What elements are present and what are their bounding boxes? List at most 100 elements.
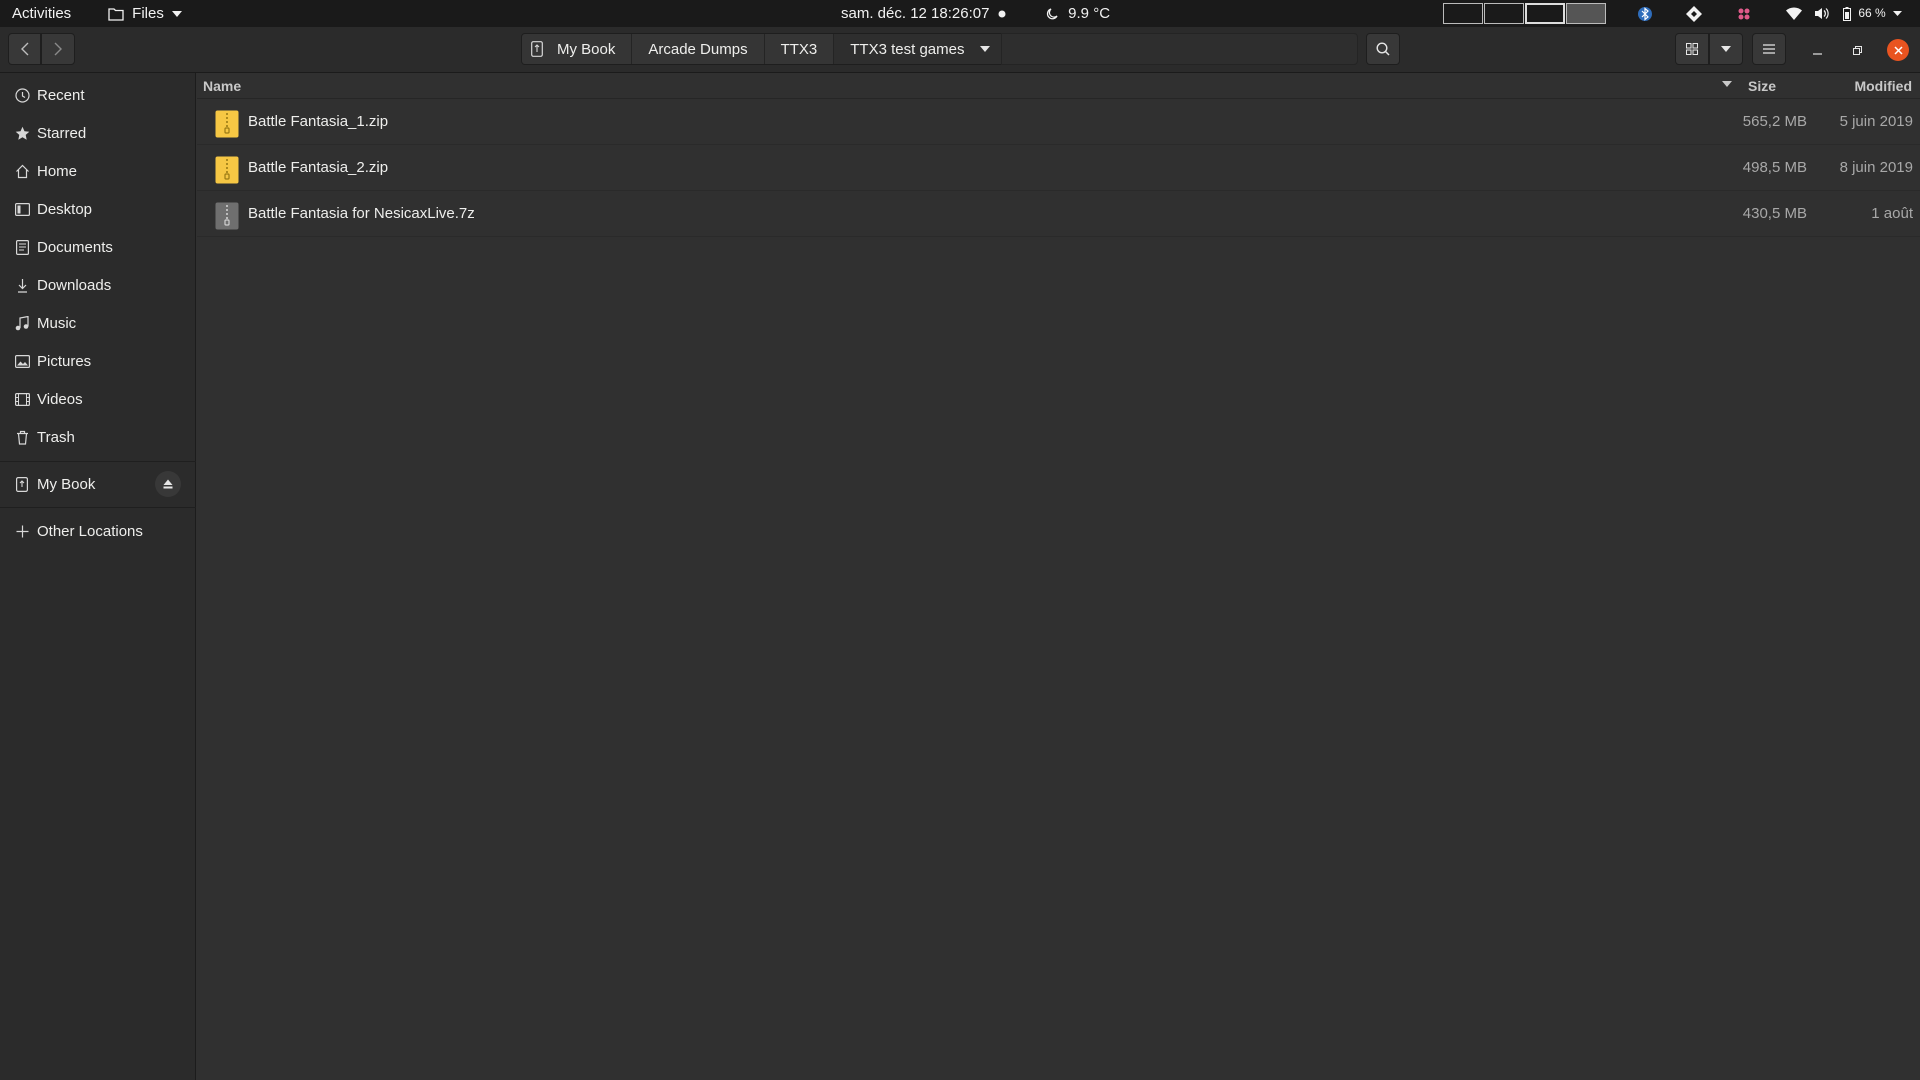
sidebar-item-trash[interactable]: Trash: [0, 418, 196, 456]
chevron-down-icon: [1721, 46, 1731, 52]
sidebar-item-documents[interactable]: Documents: [0, 228, 196, 266]
chevron-down-icon: [172, 11, 183, 18]
file-name: Battle Fantasia_1.zip: [248, 113, 389, 130]
bluetooth-icon[interactable]: [1638, 0, 1652, 27]
clock[interactable]: sam. déc. 12 18:26:07: [841, 0, 989, 27]
breadcrumb-label: TTX3 test games: [850, 40, 965, 58]
sidebar-item-other-locations[interactable]: Other Locations: [0, 512, 196, 550]
sidebar-item-videos[interactable]: Videos: [0, 380, 196, 418]
chevron-down-icon: [1893, 11, 1903, 17]
sidebar-item-starred[interactable]: Starred: [0, 114, 196, 152]
7z-archive-icon: [215, 202, 239, 230]
workspace-4[interactable]: [1566, 3, 1606, 24]
wifi-icon[interactable]: [1786, 0, 1802, 27]
forward-button[interactable]: [41, 33, 75, 65]
column-header-modified[interactable]: Modified: [1854, 78, 1912, 94]
close-icon: [1893, 45, 1903, 55]
app-menu[interactable]: Files: [108, 0, 183, 27]
sidebar-item-home[interactable]: Home: [0, 152, 196, 190]
sidebar-item-label: My Book: [37, 475, 96, 493]
workspace-2[interactable]: [1484, 3, 1524, 24]
workspace-1[interactable]: [1443, 3, 1483, 24]
back-button[interactable]: [8, 33, 41, 65]
view-grid-button[interactable]: [1675, 33, 1709, 65]
file-size: 430,5 MB: [1742, 205, 1807, 222]
close-button[interactable]: [1887, 39, 1909, 61]
chevron-down-icon[interactable]: [980, 46, 991, 52]
header-bar: My Book Arcade Dumps TTX3 TTX3 test game…: [0, 27, 1920, 73]
sidebar-item-music[interactable]: Music: [0, 304, 196, 342]
sidebar-item-label: Downloads: [37, 276, 112, 294]
trash-icon: [14, 429, 30, 445]
grid-view-icon: [1686, 43, 1698, 55]
sidebar-item-downloads[interactable]: Downloads: [0, 266, 196, 304]
usb-drive-icon: [531, 41, 543, 57]
breadcrumb-item-arcade-dumps[interactable]: Arcade Dumps: [632, 34, 765, 64]
app-indicator-icon[interactable]: [1737, 0, 1751, 27]
search-icon: [1376, 42, 1390, 56]
clock-icon: [14, 87, 30, 103]
weather-temperature: 9.9 °C: [1068, 5, 1111, 22]
volume-icon[interactable]: [1814, 0, 1829, 27]
search-button[interactable]: [1366, 33, 1400, 65]
sidebar-separator: [0, 507, 196, 508]
download-icon: [14, 277, 30, 293]
table-row[interactable]: Battle Fantasia_1.zip 565,2 MB 5 juin 20…: [197, 99, 1920, 145]
activities-button[interactable]: Activities: [12, 0, 71, 27]
column-header-name[interactable]: Name: [203, 78, 241, 94]
document-icon: [14, 239, 30, 255]
minimize-icon: [1812, 46, 1822, 55]
app-menu-label: Files: [132, 5, 164, 22]
file-modified: 1 août: [1871, 205, 1913, 222]
sidebar-item-pictures[interactable]: Pictures: [0, 342, 196, 380]
workspace-3[interactable]: [1525, 3, 1565, 24]
sidebar-item-label: Pictures: [37, 352, 92, 370]
sidebar-item-recent[interactable]: Recent: [0, 76, 196, 114]
eject-button[interactable]: [155, 471, 181, 497]
weather-indicator[interactable]: 9.9 °C: [1046, 0, 1110, 27]
zip-archive-icon: [215, 110, 239, 138]
breadcrumb-item-ttx3[interactable]: TTX3: [764, 34, 835, 64]
sidebar-item-label: Documents: [37, 238, 113, 256]
file-list-view: Name Size Modified Battle Fantasia_1.zip…: [197, 73, 1920, 1080]
breadcrumb-item-my-book[interactable]: My Book: [522, 34, 633, 64]
maximize-button[interactable]: [1847, 40, 1867, 60]
breadcrumb: My Book Arcade Dumps TTX3 TTX3 test game…: [521, 33, 1008, 65]
video-icon: [14, 391, 30, 407]
app-indicator-diamond-icon[interactable]: [1686, 0, 1702, 27]
top-bar: Activities Files sam. déc. 12 18:26:07 9…: [0, 0, 1920, 27]
file-size: 565,2 MB: [1742, 113, 1807, 130]
main-menu-button[interactable]: [1752, 33, 1786, 65]
notification-dot-icon: [998, 0, 1006, 27]
music-icon: [14, 315, 30, 331]
column-header-size[interactable]: Size: [1748, 78, 1776, 94]
breadcrumb-item-ttx3-test-games[interactable]: TTX3 test games: [834, 34, 1007, 64]
file-size: 498,5 MB: [1742, 159, 1807, 176]
view-options-button[interactable]: [1709, 33, 1743, 65]
chevron-right-icon: [54, 42, 62, 56]
table-row[interactable]: Battle Fantasia_2.zip 498,5 MB 8 juin 20…: [197, 145, 1920, 191]
pathbar-empty-area[interactable]: [1001, 33, 1358, 65]
file-modified: 5 juin 2019: [1839, 113, 1913, 130]
sidebar-item-label: Starred: [37, 124, 87, 142]
battery-percentage: 66 %: [1858, 6, 1886, 20]
chevron-left-icon: [20, 42, 29, 56]
sidebar: Recent Starred Home Desktop Documents Do…: [0, 73, 196, 1080]
file-modified: 8 juin 2019: [1839, 159, 1913, 176]
star-icon: [14, 125, 30, 141]
sort-descending-icon[interactable]: [1722, 81, 1732, 87]
plus-icon: [14, 523, 30, 539]
table-row[interactable]: Battle Fantasia for NesicaxLive.7z 430,5…: [197, 191, 1920, 237]
restore-icon: [1852, 45, 1862, 55]
sidebar-item-label: Desktop: [37, 200, 93, 218]
sidebar-item-desktop[interactable]: Desktop: [0, 190, 196, 228]
sidebar-separator: [0, 461, 196, 462]
file-name: Battle Fantasia_2.zip: [248, 159, 389, 176]
desktop-icon: [14, 201, 30, 217]
system-menu[interactable]: 66 %: [1843, 0, 1903, 27]
sidebar-item-label: Home: [37, 162, 78, 180]
usb-drive-icon: [14, 476, 30, 492]
minimize-button[interactable]: [1807, 40, 1827, 60]
zip-archive-icon: [215, 156, 239, 184]
picture-icon: [14, 353, 30, 369]
